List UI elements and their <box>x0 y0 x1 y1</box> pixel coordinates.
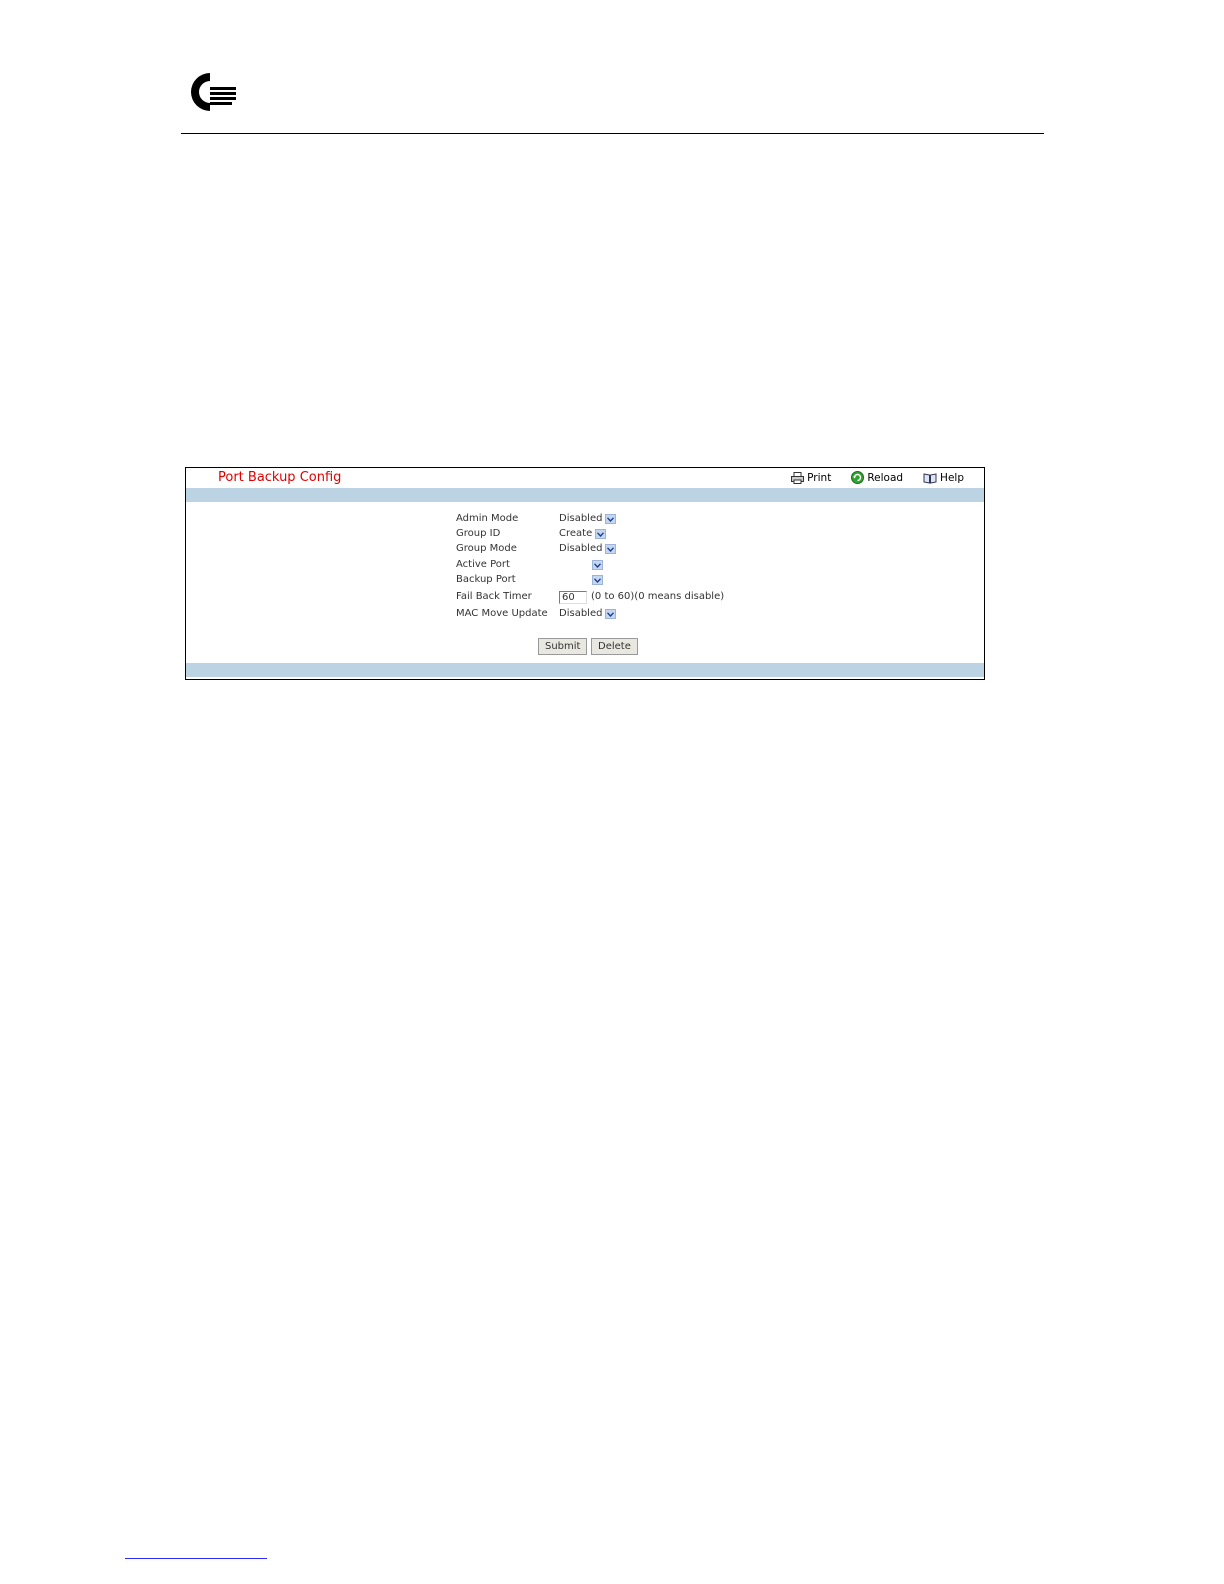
fail-back-timer-input[interactable]: 60 <box>559 590 587 604</box>
group-id-select[interactable]: Create <box>559 527 607 541</box>
admin-mode-select[interactable]: Disabled <box>559 512 617 526</box>
page-title: Port Backup Config <box>218 470 342 485</box>
backup-port-label: Backup Port <box>456 574 516 585</box>
chevron-down-icon[interactable] <box>592 560 603 570</box>
group-mode-select[interactable]: Disabled <box>559 542 617 556</box>
active-port-label: Active Port <box>456 559 510 570</box>
print-button[interactable]: Print <box>791 471 831 484</box>
chevron-down-icon[interactable] <box>595 529 607 539</box>
admin-mode-label: Admin Mode <box>456 513 519 524</box>
reload-button[interactable]: Reload <box>851 471 903 484</box>
mac-move-update-value: Disabled <box>559 608 603 619</box>
company-logo <box>191 73 236 111</box>
chevron-down-icon[interactable] <box>605 544 617 554</box>
chevron-down-icon[interactable] <box>592 575 603 585</box>
help-label: Help <box>940 471 964 484</box>
group-id-label: Group ID <box>456 528 501 539</box>
port-backup-config-panel: Port Backup Config Print Reload Help Adm… <box>185 467 985 680</box>
chevron-down-icon[interactable] <box>605 609 617 619</box>
group-mode-value: Disabled <box>559 543 603 554</box>
mac-move-update-label: MAC Move Update <box>456 608 548 619</box>
active-port-select[interactable] <box>559 558 603 572</box>
chevron-down-icon[interactable] <box>605 514 617 524</box>
reload-icon <box>851 471 865 484</box>
group-id-value: Create <box>559 528 593 539</box>
delete-button[interactable]: Delete <box>591 638 638 655</box>
admin-mode-value: Disabled <box>559 513 603 524</box>
footer-link-underline <box>125 1558 267 1559</box>
printer-icon <box>791 471 805 484</box>
header-band <box>186 488 984 502</box>
header-divider <box>181 133 1044 134</box>
fail-back-timer-label: Fail Back Timer <box>456 591 532 602</box>
backup-port-select[interactable] <box>559 573 603 587</box>
help-button[interactable]: Help <box>923 471 964 484</box>
book-icon <box>923 472 937 484</box>
group-mode-label: Group Mode <box>456 543 517 554</box>
submit-button[interactable]: Submit <box>538 638 588 655</box>
footer-band <box>186 663 984 677</box>
print-label: Print <box>807 471 832 484</box>
reload-label: Reload <box>867 471 904 484</box>
fail-back-timer-hint: (0 to 60)(0 means disable) <box>591 591 725 602</box>
mac-move-update-select[interactable]: Disabled <box>559 607 617 621</box>
toolbar: Print Reload Help <box>791 471 964 484</box>
